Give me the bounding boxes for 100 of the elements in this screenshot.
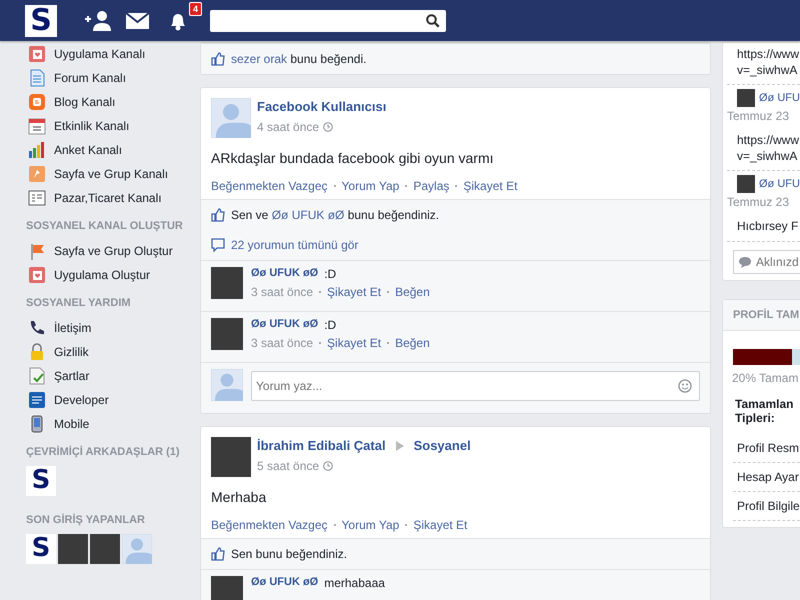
section-heading: SON GİRİŞ YAPANLAR bbox=[26, 514, 146, 526]
blog-icon bbox=[28, 93, 46, 111]
clock-icon bbox=[323, 122, 334, 132]
timestamp: 4 saat önce bbox=[257, 120, 320, 134]
timestamp: 5 saat önce bbox=[257, 459, 320, 473]
view-comments-link[interactable]: 22 yorumun tümünü gör bbox=[231, 238, 358, 252]
action-link[interactable]: Beğen bbox=[395, 336, 430, 350]
user-link[interactable]: sezer orak bbox=[231, 52, 288, 66]
photo-placeholder bbox=[211, 576, 243, 600]
photo-placeholder bbox=[737, 89, 755, 108]
sidebar-item[interactable]: Etkinlik Kanalı bbox=[26, 114, 200, 138]
notification-count: 4 bbox=[188, 2, 202, 16]
sidebar-item[interactable]: Gizlilik bbox=[26, 340, 200, 364]
sidebar-item[interactable]: Uygulama Kanalı bbox=[26, 42, 200, 66]
comment-field[interactable]: Yorum yaz... bbox=[251, 371, 700, 401]
timestamp: 3 saat önce bbox=[251, 285, 314, 299]
sender-name[interactable]: Øø UFU bbox=[759, 178, 800, 190]
message-date: Temmuz 23 bbox=[727, 109, 790, 124]
author-name[interactable]: Facebook Kullanıcısı bbox=[257, 99, 386, 114]
thumbs-up-icon bbox=[211, 547, 225, 561]
likes-text: sezer orak bunu beğendi. bbox=[231, 52, 366, 66]
avatar-silhouette-icon bbox=[122, 534, 152, 564]
message-field[interactable]: Aklınızd bbox=[733, 250, 800, 274]
sidebar-item[interactable]: Mobile bbox=[26, 412, 200, 436]
section-heading: SOSYANEL KANAL OLUŞTUR bbox=[26, 220, 184, 232]
sidebar-item[interactable]: Uygulama Oluştur bbox=[26, 263, 200, 287]
avatar-silhouette-icon bbox=[211, 369, 243, 401]
action-link[interactable]: Şikayet Et bbox=[327, 336, 382, 350]
add-person-icon bbox=[83, 10, 113, 32]
user-link[interactable]: Øø UFUK øØ bbox=[272, 208, 344, 222]
message-text: Hıcbırsey F bbox=[737, 219, 800, 235]
progress-text: 20% Tamam bbox=[732, 370, 800, 385]
message-link[interactable]: https://www v=_siwhwA bbox=[737, 133, 800, 164]
sidebar-item[interactable]: Şartlar bbox=[26, 364, 200, 388]
sender-name[interactable]: Øø UFU bbox=[759, 92, 800, 104]
photo-placeholder bbox=[58, 534, 88, 564]
avatar-silhouette-icon bbox=[211, 98, 251, 138]
sidebar-item[interactable]: Developer bbox=[26, 388, 200, 412]
page-icon bbox=[28, 165, 46, 183]
commenter-name[interactable]: Øø UFUK øØ bbox=[251, 267, 318, 281]
profile-task-link[interactable]: Profil Resm bbox=[733, 434, 800, 463]
post-text: ARkdaşlar bundada facebook gibi oyun varmı bbox=[211, 150, 495, 166]
app-icon bbox=[28, 45, 46, 63]
comment-text: :D bbox=[324, 267, 336, 281]
search-field[interactable] bbox=[210, 10, 446, 32]
checked-document-icon bbox=[28, 367, 46, 385]
sidebar-item[interactable]: Forum Kanalı bbox=[26, 66, 200, 90]
action-link[interactable]: Şikayet Et bbox=[463, 179, 518, 193]
action-link[interactable]: Yorum Yap bbox=[342, 518, 400, 532]
action-link[interactable]: Yorum Yap bbox=[342, 179, 400, 193]
photo-placeholder bbox=[211, 267, 243, 299]
action-link[interactable]: Beğen bbox=[395, 285, 430, 299]
commenter-name[interactable]: Øø UFUK øØ bbox=[251, 318, 318, 332]
section-heading: Tamamlan Tipleri: bbox=[734, 396, 794, 428]
sidebar-item[interactable]: Blog Kanalı bbox=[26, 90, 200, 114]
phone-icon bbox=[28, 319, 46, 337]
list-icon bbox=[28, 189, 46, 207]
thumbs-up-icon bbox=[211, 208, 225, 222]
post-text: Merhaba bbox=[211, 489, 268, 505]
sidebar-item[interactable]: İletişim bbox=[26, 316, 200, 340]
message-link[interactable]: https://www v=_siwhwA bbox=[737, 47, 800, 78]
speech-bubble-icon bbox=[211, 238, 225, 252]
panel-title: PROFİL TAM bbox=[723, 300, 800, 331]
developer-icon bbox=[28, 391, 46, 409]
speech-bubble-icon bbox=[738, 256, 752, 268]
action-link[interactable]: Beğenmekten Vazgeç bbox=[211, 518, 328, 532]
action-link[interactable]: Beğenmekten Vazgeç bbox=[211, 179, 328, 193]
logo[interactable]: S bbox=[26, 466, 56, 496]
comment-text: merhabaaa bbox=[324, 576, 385, 590]
profile-task-link[interactable]: Profil Bilgile bbox=[733, 492, 800, 521]
photo-placeholder bbox=[211, 318, 243, 350]
clock-icon bbox=[323, 461, 334, 471]
author-name[interactable]: İbrahim Edibali Çatal bbox=[257, 438, 386, 453]
logo[interactable]: S bbox=[26, 534, 56, 564]
envelope-icon bbox=[125, 10, 150, 30]
sidebar-item[interactable]: Sayfa ve Grup Kanalı bbox=[26, 162, 200, 186]
photo-placeholder bbox=[90, 534, 120, 564]
photo-placeholder bbox=[737, 175, 755, 194]
action-link[interactable]: Şikayet Et bbox=[327, 285, 382, 299]
photo-placeholder bbox=[211, 437, 251, 477]
lock-icon bbox=[28, 343, 46, 361]
app-icon bbox=[28, 266, 46, 284]
sidebar-item[interactable]: Anket Kanalı bbox=[26, 138, 200, 162]
thumbs-up-icon bbox=[211, 52, 225, 66]
bar-chart-icon bbox=[28, 141, 46, 159]
smiley-icon bbox=[678, 379, 692, 393]
search-icon bbox=[426, 14, 440, 28]
logo[interactable]: S bbox=[25, 4, 57, 36]
calendar-icon bbox=[28, 117, 46, 135]
commenter-name[interactable]: Øø UFUK øØ bbox=[251, 576, 318, 590]
sidebar-item[interactable]: Sayfa ve Grup Oluştur bbox=[26, 239, 200, 263]
action-link[interactable]: Paylaş bbox=[413, 179, 450, 193]
action-link[interactable]: Şikayet Et bbox=[413, 518, 468, 532]
triangle-right-icon bbox=[396, 440, 404, 450]
comment-text: :D bbox=[324, 318, 336, 332]
sidebar-item[interactable]: Pazar,Ticaret Kanalı bbox=[26, 186, 200, 210]
profile-task-link[interactable]: Hesap Ayar bbox=[733, 462, 800, 492]
group-name[interactable]: Sosyanel bbox=[414, 438, 471, 453]
section-heading: ÇEVRİMİÇİ ARKADAŞLAR (1) bbox=[26, 446, 181, 458]
likes-text: Sen bunu beğendiniz. bbox=[231, 547, 348, 561]
